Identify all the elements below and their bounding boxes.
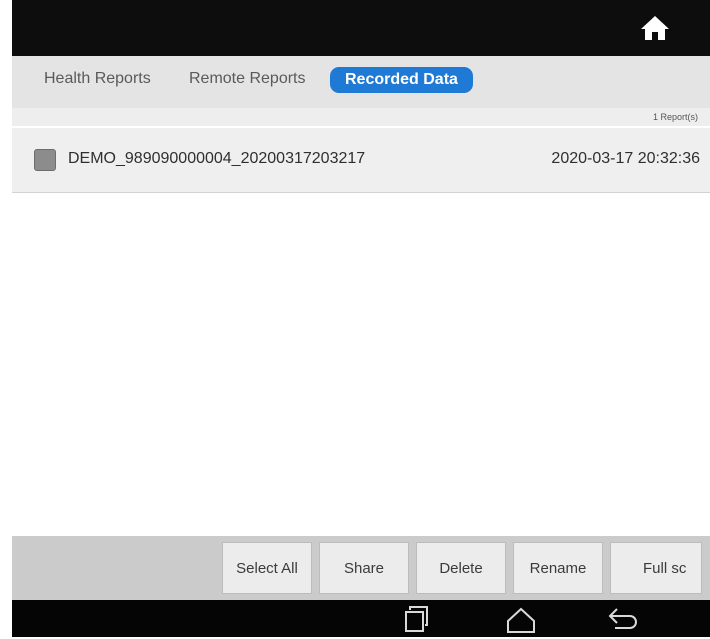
- report-count-row: 1 Report(s): [12, 108, 710, 126]
- list-item[interactable]: DEMO_989090000004_20200317203217 2020-03…: [12, 128, 710, 193]
- android-home-button[interactable]: [501, 604, 541, 634]
- left-edge: [0, 600, 12, 637]
- back-button[interactable]: [603, 604, 643, 634]
- tab-recorded-data[interactable]: Recorded Data: [330, 67, 473, 93]
- rename-button[interactable]: Rename: [513, 542, 603, 594]
- recent-apps-button[interactable]: [396, 604, 436, 634]
- record-date: 2020-03-17 20:32:36: [551, 150, 700, 167]
- app-window: Health Reports Remote Reports Recorded D…: [0, 0, 710, 637]
- back-icon: [608, 608, 637, 629]
- select-all-button[interactable]: Select All: [222, 542, 312, 594]
- record-name: DEMO_989090000004_20200317203217: [68, 150, 366, 167]
- android-nav-bar: [0, 600, 710, 637]
- tab-remote-reports[interactable]: Remote Reports: [189, 70, 306, 88]
- delete-button[interactable]: Delete: [416, 542, 506, 594]
- share-button[interactable]: Share: [319, 542, 409, 594]
- full-screen-button[interactable]: Full sc: [610, 542, 702, 594]
- row-checkbox[interactable]: [34, 149, 56, 171]
- top-bar: [0, 0, 710, 56]
- tab-health-reports[interactable]: Health Reports: [44, 70, 151, 88]
- left-edge: [0, 0, 12, 56]
- android-home-icon: [507, 607, 535, 633]
- recent-apps-icon: [405, 606, 428, 632]
- home-button[interactable]: [637, 12, 673, 44]
- bottom-toolbar: Select All Share Delete Rename Full sc: [12, 536, 710, 600]
- report-count: 1 Report(s): [652, 112, 698, 122]
- home-icon: [641, 16, 669, 40]
- tab-bar: Health Reports Remote Reports Recorded D…: [12, 56, 710, 108]
